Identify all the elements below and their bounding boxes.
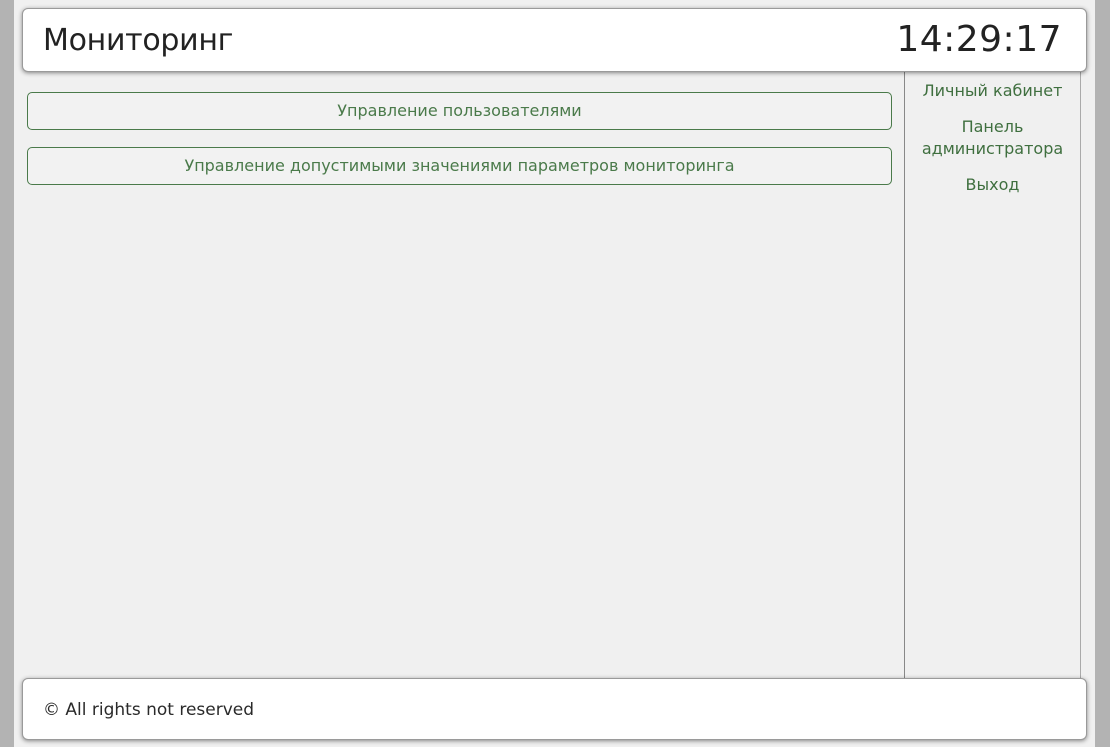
footer-bar: © All rights not reserved — [22, 678, 1087, 740]
header-bar: Мониторинг 14:29:17 — [22, 8, 1087, 72]
manage-users-button[interactable]: Управление пользователями — [27, 92, 892, 130]
sidebar-item-admin-panel-line1: Панель — [961, 117, 1024, 136]
sidebar-item-personal-account[interactable]: Личный кабинет — [905, 80, 1080, 102]
manage-monitoring-limits-button[interactable]: Управление допустимыми значениями параме… — [27, 147, 892, 185]
sidebar-item-admin-panel-line2: администратора — [921, 139, 1064, 158]
sidebar-item-logout[interactable]: Выход — [905, 174, 1080, 196]
copyright-text: © All rights not reserved — [43, 700, 255, 720]
sidebar-nav: Личный кабинет Панель администратора Вых… — [904, 72, 1081, 678]
app-title: Мониторинг — [43, 23, 234, 58]
sidebar-item-admin-panel[interactable]: Панель администратора — [905, 116, 1080, 160]
clock: 14:29:17 — [896, 19, 1062, 60]
